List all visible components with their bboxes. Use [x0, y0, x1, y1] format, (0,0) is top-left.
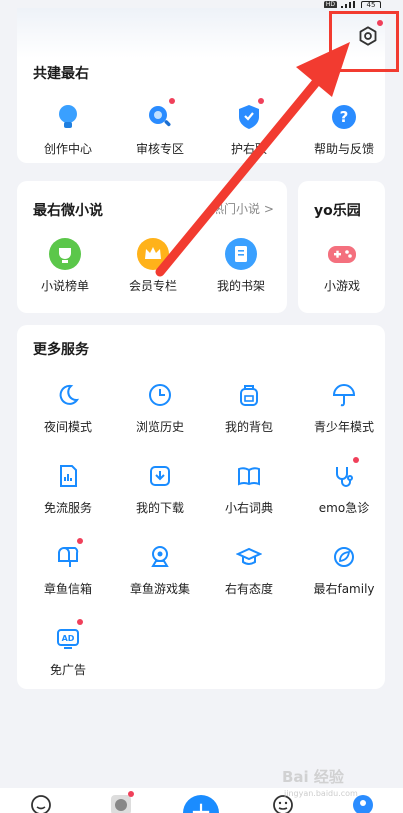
- crown-icon: [136, 237, 170, 271]
- leaf-badge-icon: [327, 540, 361, 574]
- clock-icon: [143, 378, 177, 412]
- service-item[interactable]: AD 免广告: [23, 619, 113, 678]
- gamepad-icon: [325, 237, 359, 271]
- item-mini-games[interactable]: 小游戏: [297, 237, 387, 294]
- item-my-bookshelf[interactable]: 我的书架: [196, 237, 286, 294]
- yo-title: yo乐园: [314, 203, 361, 219]
- item-label: 会员专栏: [128, 279, 177, 293]
- service-item[interactable]: 免流服务: [23, 459, 113, 516]
- service-label: 我的背包: [224, 420, 273, 434]
- shield-icon: [232, 98, 266, 134]
- service-label: 右有态度: [224, 582, 273, 596]
- service-item[interactable]: emo急诊: [299, 457, 389, 516]
- service-item[interactable]: 青少年模式: [299, 378, 389, 435]
- lightbulb-icon: [51, 100, 85, 134]
- item-creation-center[interactable]: 创作中心: [23, 100, 113, 157]
- service-label: 章鱼信箱: [43, 582, 92, 596]
- sim-icon: [51, 459, 85, 493]
- stethoscope-icon: [327, 457, 361, 493]
- badge-dot: [353, 457, 359, 463]
- trophy-icon: [48, 237, 82, 271]
- item-label: 创作中心: [43, 142, 92, 156]
- service-label: 浏览历史: [135, 420, 184, 434]
- badge-dot: [169, 98, 175, 104]
- item-label: 小游戏: [323, 279, 360, 293]
- svg-text:?: ?: [340, 108, 349, 126]
- baidu-watermark-url: jingyan.baidu.com: [284, 789, 358, 798]
- book-icon: [224, 237, 258, 271]
- item-review-zone[interactable]: 审核专区: [115, 98, 205, 157]
- smile-icon: [31, 795, 51, 813]
- graduation-cap-icon: [232, 540, 266, 574]
- item-vip-column[interactable]: 会员专栏: [108, 237, 198, 294]
- baidu-watermark: Bai 经验: [282, 768, 344, 786]
- service-item[interactable]: 右有态度: [204, 540, 294, 597]
- nav-octopus[interactable]: [108, 791, 134, 813]
- service-label: 免广告: [49, 663, 86, 677]
- badge-dot: [77, 619, 83, 625]
- service-label: 我的下载: [135, 501, 184, 515]
- badge-dot: [258, 98, 264, 104]
- nav-home[interactable]: [28, 792, 54, 813]
- hot-novels-link[interactable]: 热门小说 >: [212, 200, 274, 217]
- annotation-box: [329, 11, 399, 72]
- item-label: 帮助与反馈: [313, 142, 374, 156]
- badge-dot: [128, 791, 134, 797]
- umbrella-icon: [327, 378, 361, 412]
- webcam-icon: [143, 540, 177, 574]
- service-item[interactable]: 浏览历史: [115, 378, 205, 435]
- service-item[interactable]: 我的背包: [204, 378, 294, 435]
- services-title: 更多服务: [33, 342, 89, 358]
- service-label: 小右词典: [224, 501, 273, 515]
- cocreate-title: 共建最右: [33, 66, 89, 82]
- item-help-feedback[interactable]: ? 帮助与反馈: [299, 100, 389, 157]
- question-icon: ?: [327, 100, 361, 134]
- service-item[interactable]: 章鱼信箱: [23, 538, 113, 597]
- service-label: 免流服务: [43, 501, 92, 515]
- service-label: emo急诊: [318, 501, 370, 515]
- service-item[interactable]: 夜间模式: [23, 378, 113, 435]
- moon-icon: [51, 378, 85, 412]
- service-item[interactable]: 章鱼游戏集: [115, 540, 205, 597]
- svg-text:AD: AD: [62, 634, 75, 643]
- item-guard-alliance[interactable]: 护右联: [204, 98, 294, 157]
- novel-title: 最右微小说: [33, 203, 103, 219]
- ad-icon: AD: [51, 619, 85, 655]
- download-icon: [143, 459, 177, 493]
- octopus-icon: [111, 795, 131, 813]
- item-label: 审核专区: [135, 142, 184, 156]
- service-item[interactable]: 小右词典: [204, 459, 294, 516]
- item-label: 小说榜单: [40, 279, 89, 293]
- service-item[interactable]: 最右family: [299, 540, 389, 597]
- open-book-icon: [232, 459, 266, 493]
- badge-dot: [77, 538, 83, 544]
- service-label: 章鱼游戏集: [129, 582, 190, 596]
- service-label: 青少年模式: [313, 420, 374, 434]
- magnifier-icon: [143, 98, 177, 134]
- service-label: 最右family: [313, 582, 375, 596]
- service-label: 夜间模式: [43, 420, 92, 434]
- service-item[interactable]: 我的下载: [115, 459, 205, 516]
- item-label: 护右联: [230, 142, 267, 156]
- backpack-icon: [232, 378, 266, 412]
- item-novel-rank[interactable]: 小说榜单: [20, 237, 110, 294]
- item-label: 我的书架: [216, 279, 265, 293]
- mailbox-icon: [51, 538, 85, 574]
